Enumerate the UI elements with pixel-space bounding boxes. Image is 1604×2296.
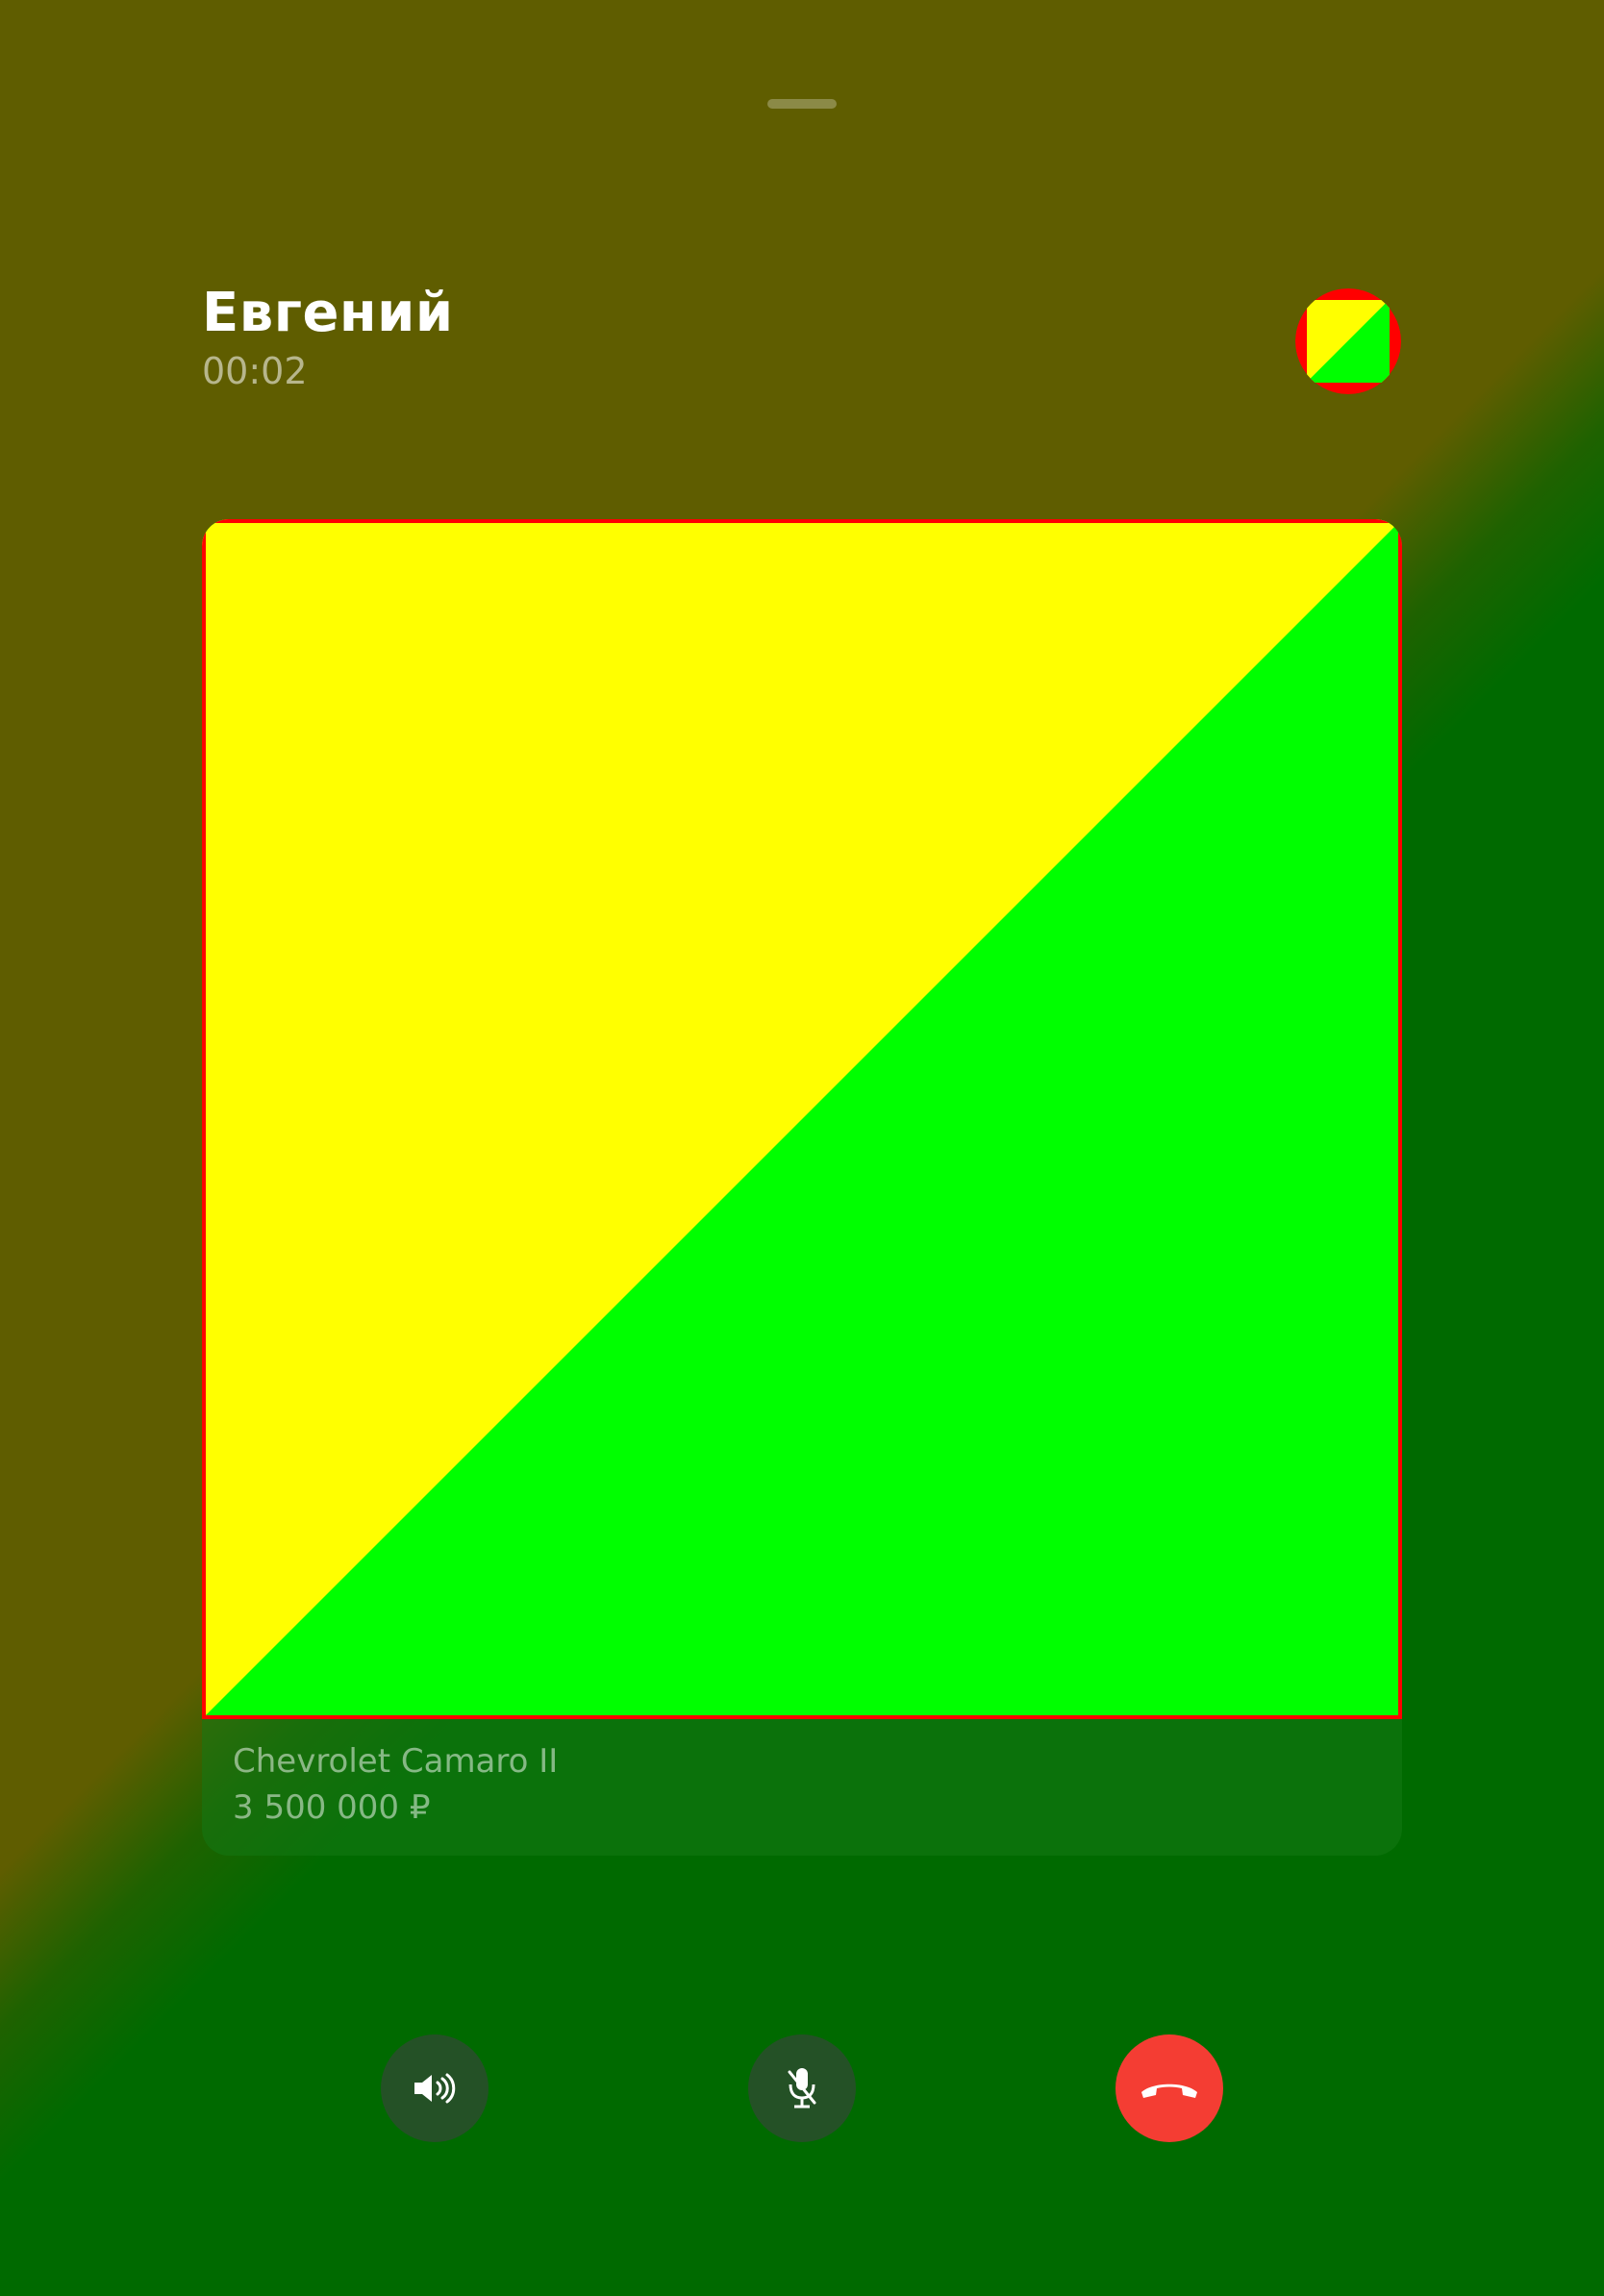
speaker-icon [413, 2072, 457, 2105]
avatar [1295, 288, 1401, 394]
listing-preview-svg [202, 519, 1402, 1719]
mute-button[interactable] [748, 2034, 856, 2142]
mic-off-icon [784, 2065, 820, 2111]
listing-card[interactable]: Chevrolet Camaro II 3 500 000 ₽ [202, 519, 1402, 1856]
phone-hangup-icon [1138, 2075, 1201, 2102]
end-call-button[interactable] [1115, 2034, 1223, 2142]
listing-title: Chevrolet Camaro II [233, 1742, 559, 1781]
drag-handle[interactable] [767, 99, 837, 109]
call-duration: 00:02 [202, 350, 308, 392]
speaker-button[interactable] [381, 2034, 489, 2142]
listing-preview-image [202, 519, 1402, 1719]
avatar-image [1295, 288, 1401, 394]
listing-price: 3 500 000 ₽ [233, 1788, 431, 1827]
caller-name: Евгений [202, 282, 454, 344]
